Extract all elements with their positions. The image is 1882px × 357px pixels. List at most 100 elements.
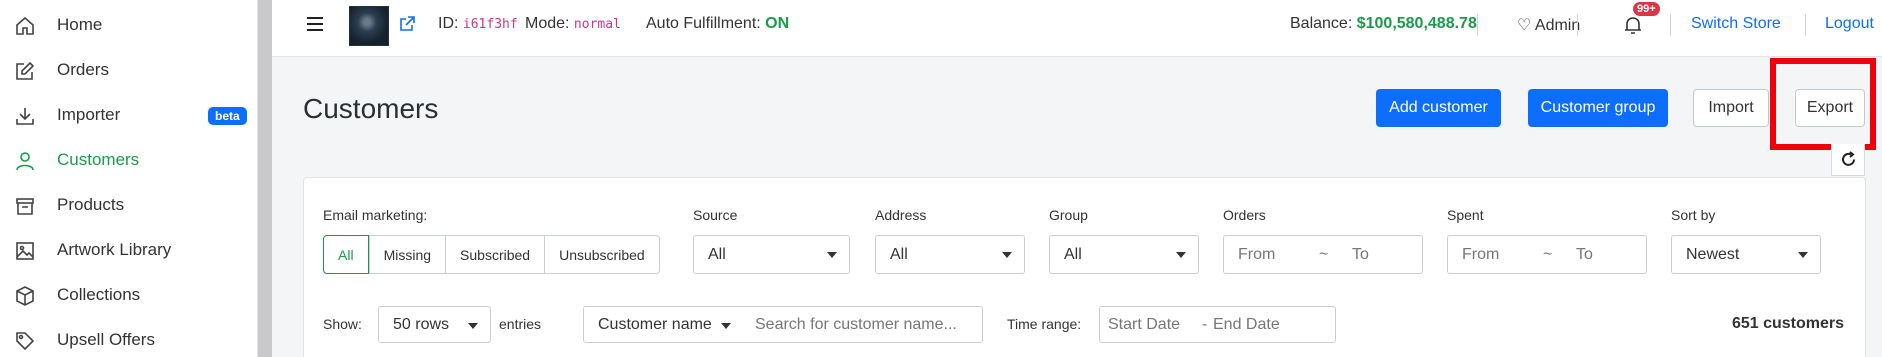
sidebar-item-label: Orders	[57, 60, 109, 79]
switch-store-link[interactable]: Switch Store	[1691, 15, 1781, 33]
balance-label: Balance:	[1290, 15, 1353, 32]
email-option-unsubscribed[interactable]: Unsubscribed	[544, 236, 659, 273]
admin-menu[interactable]: ♡ Admin	[1517, 15, 1580, 35]
spent-range: From ~ To	[1447, 235, 1647, 274]
sidebar-item-importer[interactable]: Importer beta	[0, 95, 258, 135]
sidebar-item-collections[interactable]: Collections	[0, 275, 258, 315]
source-label: Source	[693, 207, 738, 223]
email-option-subscribed[interactable]: Subscribed	[445, 236, 544, 273]
divider	[1670, 14, 1671, 36]
sidebar-item-label: Customers	[57, 150, 140, 169]
range-separator: ~	[1319, 246, 1329, 263]
sidebar-item-products[interactable]: Products	[0, 185, 258, 225]
email-marketing-label: Email marketing:	[323, 207, 428, 223]
address-label: Address	[875, 207, 927, 223]
time-range-label: Time range:	[1007, 316, 1082, 332]
show-label: Show:	[323, 316, 362, 332]
source-select[interactable]: All	[693, 235, 850, 274]
add-customer-button[interactable]: Add customer	[1376, 89, 1501, 127]
orders-range: From ~ To	[1223, 235, 1423, 274]
edit-icon	[14, 60, 36, 82]
image-icon	[14, 240, 36, 262]
orders-to-input[interactable]: To	[1352, 246, 1369, 264]
sidebar-item-home[interactable]: Home	[0, 5, 258, 45]
chevron-down-icon	[468, 323, 478, 329]
balance-value: $100,580,488.78	[1356, 15, 1477, 32]
id-value: i61f3hf	[462, 17, 518, 32]
external-link-icon[interactable]	[398, 15, 416, 33]
entries-label: entries	[499, 316, 542, 332]
sort-by-value: Newest	[1686, 245, 1740, 263]
sidebar-item-upsell-offers[interactable]: Upsell Offers	[0, 320, 258, 357]
auto-fulfillment-value: ON	[765, 15, 790, 32]
customer-count: 651 customers	[1731, 315, 1844, 332]
sidebar: Home Orders Importer beta Customers Prod…	[0, 0, 258, 357]
refresh-button[interactable]	[1831, 144, 1865, 176]
chevron-down-icon	[827, 252, 837, 258]
beta-badge: beta	[208, 107, 247, 125]
rows-per-page-select[interactable]: 50 rows	[378, 306, 491, 343]
admin-label: Admin	[1534, 17, 1581, 34]
sort-by-label: Sort by	[1671, 207, 1716, 223]
divider	[1577, 14, 1578, 36]
group-value: All	[1064, 245, 1082, 263]
address-value: All	[890, 245, 908, 263]
box-icon	[14, 285, 36, 307]
download-icon	[14, 105, 36, 127]
logout-link[interactable]: Logout	[1825, 15, 1874, 33]
mode-label: Mode:	[525, 15, 570, 32]
range-separator: ~	[1543, 246, 1553, 263]
store-mode: Mode: normal	[525, 15, 621, 33]
chevron-down-icon	[1002, 252, 1012, 258]
user-icon	[14, 150, 36, 172]
highlight-box	[1770, 58, 1876, 150]
sidebar-item-label: Artwork Library	[57, 240, 172, 259]
id-label: ID:	[438, 15, 459, 32]
sort-by-select[interactable]: Newest	[1671, 235, 1821, 274]
start-date-input[interactable]: Start Date	[1108, 316, 1180, 334]
import-button[interactable]: Import	[1693, 89, 1769, 127]
email-option-missing[interactable]: Missing	[368, 236, 445, 273]
chevron-down-icon	[1176, 252, 1186, 258]
date-separator: -	[1202, 316, 1208, 333]
mode-value: normal	[573, 17, 621, 32]
source-value: All	[708, 245, 726, 263]
spent-label: Spent	[1447, 207, 1484, 223]
store-thumbnail[interactable]	[349, 6, 389, 46]
rows-per-page-value: 50 rows	[393, 315, 450, 333]
archive-icon	[14, 195, 36, 217]
heart-icon: ♡	[1517, 17, 1532, 34]
top-bar: ID: i61f3hf Mode: normal Auto Fulfillmen…	[272, 0, 1882, 57]
spent-from-input[interactable]: From	[1462, 246, 1499, 264]
sidebar-scrollbar[interactable]	[258, 0, 272, 357]
search-input[interactable]: Search for customer name...	[743, 306, 983, 343]
address-select[interactable]: All	[875, 235, 1025, 274]
time-range-picker[interactable]: Start Date - End Date	[1099, 306, 1336, 343]
group-select[interactable]: All	[1049, 235, 1199, 274]
sidebar-item-label: Products	[57, 195, 125, 214]
tag-icon	[14, 330, 36, 352]
sidebar-item-artwork-library[interactable]: Artwork Library	[0, 230, 258, 270]
bell-icon[interactable]	[1622, 14, 1644, 36]
search-field-select[interactable]: Customer name	[583, 306, 744, 343]
orders-from-input[interactable]: From	[1238, 246, 1275, 264]
customer-group-button[interactable]: Customer group	[1528, 89, 1668, 127]
sidebar-item-orders[interactable]: Orders	[0, 50, 258, 90]
orders-label: Orders	[1223, 207, 1266, 223]
end-date-input[interactable]: End Date	[1213, 316, 1280, 334]
notification-badge: 99+	[1633, 2, 1660, 16]
group-label: Group	[1049, 207, 1088, 223]
auto-fulfillment: Auto Fulfillment: ON	[646, 15, 789, 33]
sidebar-item-label: Collections	[57, 285, 141, 304]
email-option-all[interactable]: All	[323, 235, 369, 274]
chevron-down-icon	[721, 323, 731, 329]
sidebar-item-label: Home	[57, 15, 103, 34]
sidebar-item-label: Upsell Offers	[57, 330, 155, 349]
page-title: Customers	[303, 93, 439, 124]
scrollbar-thumb[interactable]	[258, 0, 272, 357]
spent-to-input[interactable]: To	[1576, 246, 1593, 264]
balance: Balance: $100,580,488.78	[1290, 15, 1477, 33]
sidebar-item-customers[interactable]: Customers	[0, 140, 258, 180]
hamburger-menu-icon[interactable]	[305, 14, 325, 34]
auto-fulfillment-label: Auto Fulfillment:	[646, 15, 761, 32]
